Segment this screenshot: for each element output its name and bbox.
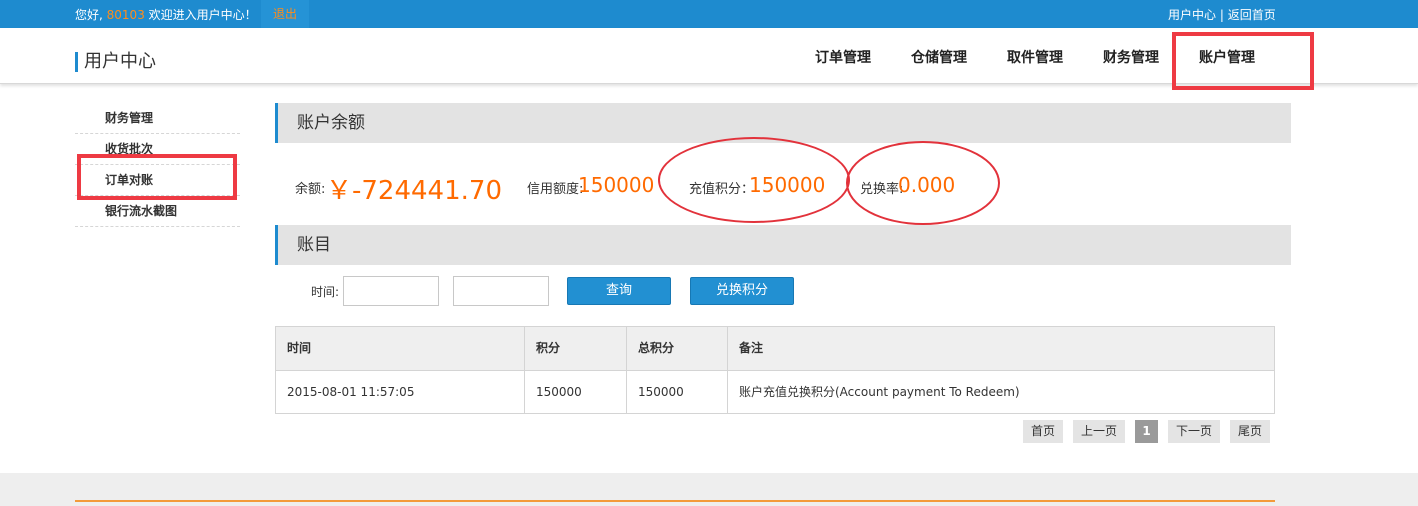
nav-warehouse-management[interactable]: 仓储管理 [911, 47, 967, 67]
link-separator: | [1219, 8, 1224, 22]
end-time-input[interactable] [453, 276, 549, 306]
column-header-points: 积分 [524, 327, 626, 370]
footer [0, 473, 1418, 506]
account-section-title: 账目 [275, 225, 1291, 265]
greeting-suffix: 欢迎进入用户中心！ [148, 8, 257, 22]
nav-order-management[interactable]: 订单管理 [815, 47, 871, 67]
pager-prev-button[interactable]: 上一页 [1073, 420, 1125, 443]
table-cell-total-points: 150000 [626, 371, 727, 413]
balance-section-title: 账户余额 [275, 103, 1291, 143]
column-header-time: 时间 [287, 341, 312, 355]
pager-next-button[interactable]: 下一页 [1168, 420, 1220, 443]
nav-pickup-management[interactable]: 取件管理 [1007, 47, 1063, 67]
pager-current-page[interactable]: 1 [1135, 420, 1158, 443]
ledger-table: 时间 积分 总积分 备注 2015-08-01 11:57:05 150000 … [275, 326, 1275, 414]
sidebar-annotation-box [77, 154, 237, 200]
table-header-row: 时间 积分 总积分 备注 [276, 327, 1274, 370]
top-bar: 您好, 80103 欢迎进入用户中心！ 退出 用户中心 | 返回首页 [0, 0, 1418, 28]
nav-annotation-box [1172, 32, 1314, 90]
start-time-input[interactable] [343, 276, 439, 306]
time-filter-label: 时间: [311, 285, 340, 299]
redeem-points-button[interactable]: 兑换积分 [690, 277, 794, 305]
pager-first-button[interactable]: 首页 [1023, 420, 1063, 443]
query-button[interactable]: 查询 [567, 277, 671, 305]
credit-label: 信用额度: [527, 182, 584, 197]
rate-annotation-ellipse [846, 141, 1000, 225]
balance-label: 余额: [295, 182, 326, 197]
table-cell-points: 150000 [524, 371, 626, 413]
sidebar-item-bank-screenshot[interactable]: 银行流水截图 [75, 196, 240, 227]
recharge-annotation-ellipse [658, 137, 850, 223]
footer-divider [75, 500, 1275, 502]
nav-finance-management[interactable]: 财务管理 [1103, 47, 1159, 67]
column-header-remark: 备注 [727, 327, 1274, 370]
column-header-total-points: 总积分 [626, 327, 727, 370]
table-cell-remark: 账户充值兑换积分(Account payment To Redeem) [727, 371, 1274, 413]
credit-value: 150000 [578, 173, 655, 197]
top-links: 用户中心 | 返回首页 [1168, 6, 1276, 23]
greeting-prefix: 您好, [75, 8, 103, 22]
logout-link[interactable]: 退出 [261, 0, 309, 28]
page-title: 用户中心 [75, 52, 156, 72]
user-center-link[interactable]: 用户中心 [1168, 8, 1216, 22]
greeting: 您好, 80103 欢迎进入用户中心！ [75, 6, 257, 23]
table-cell-time: 2015-08-01 11:57:05 [287, 385, 415, 399]
sidebar-item-finance[interactable]: 财务管理 [75, 103, 240, 134]
user-id: 80103 [106, 8, 145, 22]
back-home-link[interactable]: 返回首页 [1228, 8, 1276, 22]
table-row: 2015-08-01 11:57:05 150000 150000 账户充值兑换… [276, 370, 1274, 413]
pager-last-button[interactable]: 尾页 [1230, 420, 1270, 443]
balance-value: ￥-724441.70 [326, 176, 502, 206]
